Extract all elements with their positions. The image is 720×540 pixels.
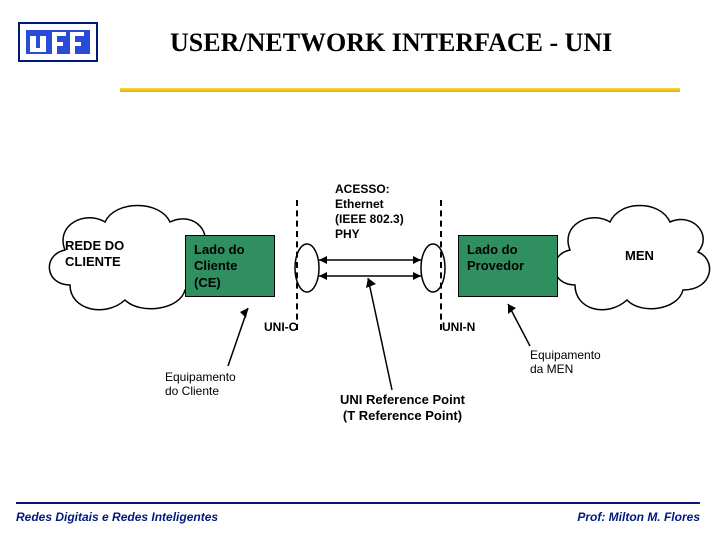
equip-men-label: Equipamento da MEN [530,348,601,376]
uff-logo [18,22,98,62]
slide: USER/NETWORK INTERFACE - UNI REDE DO CLI… [0,0,720,540]
slide-title: USER/NETWORK INTERFACE - UNI [170,28,612,58]
arrow-refpoint [362,272,398,392]
equip-client-label: Equipamento do Cliente [165,370,236,398]
box-provider: Lado do Provedor [458,235,558,297]
uni-n-label: UNI-N [442,320,475,334]
cloud-client-label: REDE DO CLIENTE [65,238,124,271]
arrow-equip-client [220,300,260,370]
arrow-equip-men [500,298,540,350]
footer-rule [16,502,700,504]
uni-c-label: UNI-C [264,320,297,334]
title-rule [120,88,680,92]
cloud-men-label: MEN [625,248,654,264]
footer-right: Prof: Milton M. Flores [577,510,700,524]
access-label: ACESSO: Ethernet (IEEE 802.3) PHY [335,182,404,242]
footer-left: Redes Digitais e Redes Inteligentes [16,510,218,524]
refpoint-label: UNI Reference Point (T Reference Point) [340,392,465,425]
box-ce: Lado do Cliente (CE) [185,235,275,297]
